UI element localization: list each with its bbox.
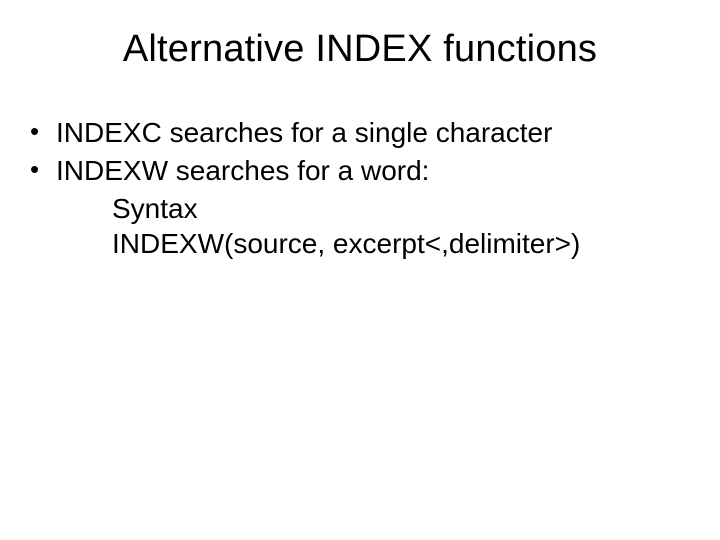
bullet-item: INDEXC searches for a single character [28,115,692,151]
page-title: Alternative INDEX functions [0,28,720,71]
bullet-list: INDEXC searches for a single character I… [28,115,692,189]
sub-line: Syntax [28,191,692,227]
slide: Alternative INDEX functions INDEXC searc… [0,0,720,540]
sub-line: INDEXW(source, excerpt<,delimiter>) [28,226,692,262]
bullet-item: INDEXW searches for a word: [28,153,692,189]
slide-body: INDEXC searches for a single character I… [0,115,720,262]
